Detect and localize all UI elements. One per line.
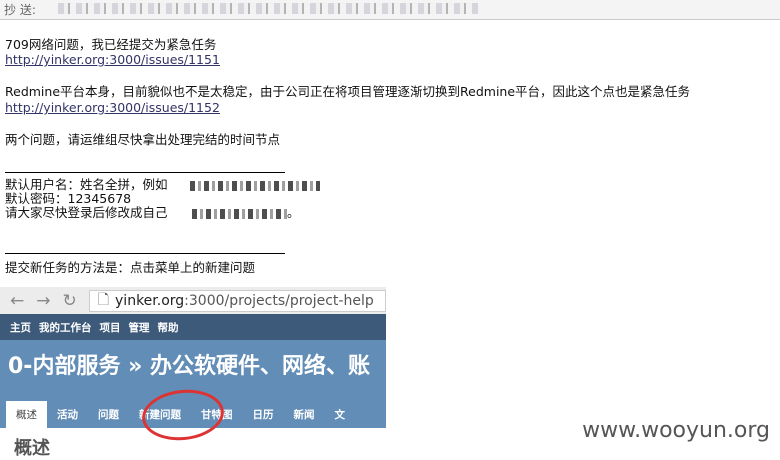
project-title: 0-内部服务 » 办公软硬件、网络、账 — [8, 354, 370, 379]
url-host: yinker.org — [115, 292, 185, 309]
message-line: 两个问题，请运维组尽快拿出处理完结的时间节点 — [5, 132, 281, 147]
address-bar: 🗋 yinker.org:3000/projects/project-help — [88, 289, 386, 312]
cc-label: 抄 送: — [4, 3, 36, 17]
howto-line: 提交新任务的方法是：点击菜单上的新建问题 — [5, 260, 256, 275]
forward-icon: → — [36, 290, 51, 311]
back-icon: ← — [10, 290, 25, 311]
line-end: 。 — [287, 205, 300, 220]
tab-documents: 文 — [334, 409, 346, 421]
nav-help: 帮助 — [157, 321, 179, 334]
tab-news: 新闻 — [293, 409, 315, 421]
tab-issues: 问题 — [98, 409, 119, 421]
reload-icon: ↻ — [62, 290, 77, 311]
redacted-text — [192, 209, 287, 219]
page-icon: 🗋 — [97, 291, 110, 308]
nav-my-page: 我的工作台 — [39, 321, 92, 334]
top-nav: 主页 我的工作台 项目 管理 帮助 — [0, 314, 386, 340]
redacted-text — [190, 181, 320, 191]
nav-home: 主页 — [10, 321, 31, 334]
cc-recipients-redacted — [58, 3, 478, 14]
nav-projects: 项目 — [99, 321, 121, 334]
tab-calendar: 日历 — [252, 409, 274, 421]
nav-admin: 管理 — [128, 321, 150, 334]
change-password-line: 请大家尽快登录后修改成自己 — [5, 205, 168, 220]
tab-overview: 概述 — [6, 401, 47, 428]
issue-link-1152[interactable]: http://yinker.org:3000/issues/1152 — [5, 101, 220, 115]
default-password-line: 默认密码：12345678 — [5, 191, 132, 206]
browser-toolbar: ← → ↻ 🗋 yinker.org:3000/projects/project-… — [0, 287, 386, 314]
default-username-line: 默认用户名：姓名全拼，例如 — [5, 177, 168, 192]
issue-link-1151[interactable]: http://yinker.org:3000/issues/1151 — [5, 53, 220, 67]
watermark: www.wooyun.org — [582, 418, 770, 443]
url-path: :3000/projects/project-help — [184, 292, 374, 309]
divider — [5, 253, 285, 254]
message-line: Redmine平台本身，目前貌似也不是太稳定，由于公司正在将项目管理逐渐切换到R… — [5, 84, 691, 99]
message-line: 709网络问题，我已经提交为紧急任务 — [5, 37, 217, 52]
tab-activity: 活动 — [57, 409, 78, 421]
divider — [5, 172, 285, 173]
